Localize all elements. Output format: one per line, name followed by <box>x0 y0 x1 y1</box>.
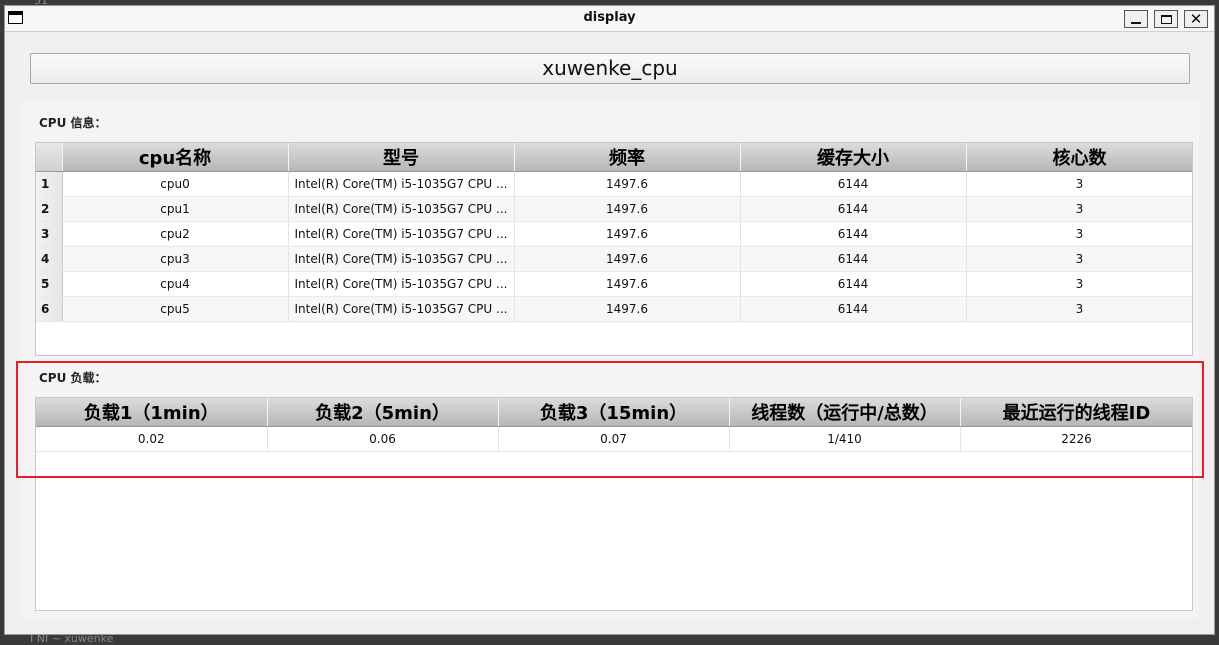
cell-frequency[interactable]: 1497.6 <box>514 271 741 297</box>
column-header-load-15min[interactable]: 负载3（15min） <box>498 398 730 427</box>
close-button[interactable]: ✕ <box>1184 10 1208 28</box>
cell-model[interactable]: Intel(R) Core(TM) i5-1035G7 CPU ... <box>288 196 515 222</box>
cell-last-thread-id[interactable]: 2226 <box>960 426 1192 452</box>
window-title: display <box>583 10 636 25</box>
cell-load-15min[interactable]: 0.07 <box>498 426 730 452</box>
display-window: display ✕ xuwenke_cpu CPU 信息： cpu名称 型号 频… <box>4 5 1215 635</box>
column-header-load-1min[interactable]: 负载1（1min） <box>36 398 268 427</box>
column-header-cache-size[interactable]: 缓存大小 <box>740 143 967 172</box>
cell-cache-size[interactable]: 6144 <box>740 196 967 222</box>
row-number[interactable]: 2 <box>36 196 63 222</box>
column-header-cpu-name[interactable]: cpu名称 <box>62 143 289 172</box>
cell-frequency[interactable]: 1497.6 <box>514 221 741 247</box>
cpu-info-table: cpu名称 型号 频率 缓存大小 核心数 1 cpu0 Intel(R) Cor… <box>36 143 1192 322</box>
cpu-load-table: 负载1（1min） 负载2（5min） 负载3（15min） 线程数（运行中/总… <box>36 398 1192 452</box>
cell-core-count[interactable]: 3 <box>966 296 1192 322</box>
cell-load-5min[interactable]: 0.06 <box>267 426 499 452</box>
cell-model[interactable]: Intel(R) Core(TM) i5-1035G7 CPU ... <box>288 271 515 297</box>
column-header-load-5min[interactable]: 负载2（5min） <box>267 398 499 427</box>
column-header-frequency[interactable]: 频率 <box>514 143 741 172</box>
cell-cache-size[interactable]: 6144 <box>740 221 967 247</box>
table-corner-button[interactable] <box>36 143 63 172</box>
title-bar[interactable]: display ✕ <box>5 6 1214 32</box>
cell-core-count[interactable]: 3 <box>966 221 1192 247</box>
cpu-info-label: CPU 信息： <box>39 116 107 130</box>
info-panel: CPU 信息： cpu名称 型号 频率 缓存大小 核心数 1 cpu0 Inte… <box>21 100 1199 618</box>
row-number[interactable]: 3 <box>36 221 63 247</box>
column-header-thread-count[interactable]: 线程数（运行中/总数） <box>729 398 961 427</box>
maximize-icon <box>1160 14 1172 24</box>
maximize-button[interactable] <box>1154 10 1178 28</box>
column-header-model[interactable]: 型号 <box>288 143 515 172</box>
cell-frequency[interactable]: 1497.6 <box>514 296 741 322</box>
cpu-load-label: CPU 负载： <box>39 371 107 385</box>
cpu-load-table-container[interactable]: 负载1（1min） 负载2（5min） 负载3（15min） 线程数（运行中/总… <box>35 397 1193 611</box>
cell-cpu-name[interactable]: cpu1 <box>62 196 289 222</box>
main-content: xuwenke_cpu CPU 信息： cpu名称 型号 频率 缓存大小 核心数… <box>15 36 1204 622</box>
cell-cpu-name[interactable]: cpu5 <box>62 296 289 322</box>
table-row[interactable]: 6 cpu5 Intel(R) Core(TM) i5-1035G7 CPU .… <box>36 296 1192 322</box>
row-number[interactable]: 4 <box>36 246 63 272</box>
cell-frequency[interactable]: 1497.6 <box>514 246 741 272</box>
cell-cache-size[interactable]: 6144 <box>740 171 967 197</box>
cell-model[interactable]: Intel(R) Core(TM) i5-1035G7 CPU ... <box>288 246 515 272</box>
table-row[interactable]: 0.02 0.06 0.07 1/410 2226 <box>36 426 1192 452</box>
cpu-info-table-container[interactable]: cpu名称 型号 频率 缓存大小 核心数 1 cpu0 Intel(R) Cor… <box>35 142 1193 356</box>
table-row[interactable]: 4 cpu3 Intel(R) Core(TM) i5-1035G7 CPU .… <box>36 246 1192 272</box>
close-icon: ✕ <box>1189 9 1203 28</box>
cell-frequency[interactable]: 1497.6 <box>514 171 741 197</box>
cell-core-count[interactable]: 3 <box>966 171 1192 197</box>
cell-cache-size[interactable]: 6144 <box>740 246 967 272</box>
column-header-last-thread-id[interactable]: 最近运行的线程ID <box>960 398 1192 427</box>
cell-core-count[interactable]: 3 <box>966 246 1192 272</box>
table-row[interactable]: 5 cpu4 Intel(R) Core(TM) i5-1035G7 CPU .… <box>36 271 1192 297</box>
row-number[interactable]: 6 <box>36 296 63 322</box>
minimize-icon <box>1131 21 1141 24</box>
cell-thread-count[interactable]: 1/410 <box>729 426 961 452</box>
cell-cpu-name[interactable]: cpu3 <box>62 246 289 272</box>
cpu-name-button[interactable]: xuwenke_cpu <box>30 53 1190 84</box>
cell-cpu-name[interactable]: cpu2 <box>62 221 289 247</box>
minimize-button[interactable] <box>1124 10 1148 28</box>
column-header-core-count[interactable]: 核心数 <box>966 143 1192 172</box>
cell-model[interactable]: Intel(R) Core(TM) i5-1035G7 CPU ... <box>288 296 515 322</box>
table-row[interactable]: 3 cpu2 Intel(R) Core(TM) i5-1035G7 CPU .… <box>36 221 1192 247</box>
cell-cpu-name[interactable]: cpu0 <box>62 171 289 197</box>
cell-core-count[interactable]: 3 <box>966 271 1192 297</box>
table-row[interactable]: 1 cpu0 Intel(R) Core(TM) i5-1035G7 CPU .… <box>36 171 1192 197</box>
cell-cache-size[interactable]: 6144 <box>740 296 967 322</box>
cell-core-count[interactable]: 3 <box>966 196 1192 222</box>
cell-cache-size[interactable]: 6144 <box>740 271 967 297</box>
cell-frequency[interactable]: 1497.6 <box>514 196 741 222</box>
cell-load-1min[interactable]: 0.02 <box>36 426 268 452</box>
table-row[interactable]: 2 cpu1 Intel(R) Core(TM) i5-1035G7 CPU .… <box>36 196 1192 222</box>
cell-model[interactable]: Intel(R) Core(TM) i5-1035G7 CPU ... <box>288 221 515 247</box>
cell-cpu-name[interactable]: cpu4 <box>62 271 289 297</box>
cell-model[interactable]: Intel(R) Core(TM) i5-1035G7 CPU ... <box>288 171 515 197</box>
row-number[interactable]: 1 <box>36 171 63 197</box>
row-number[interactable]: 5 <box>36 271 63 297</box>
